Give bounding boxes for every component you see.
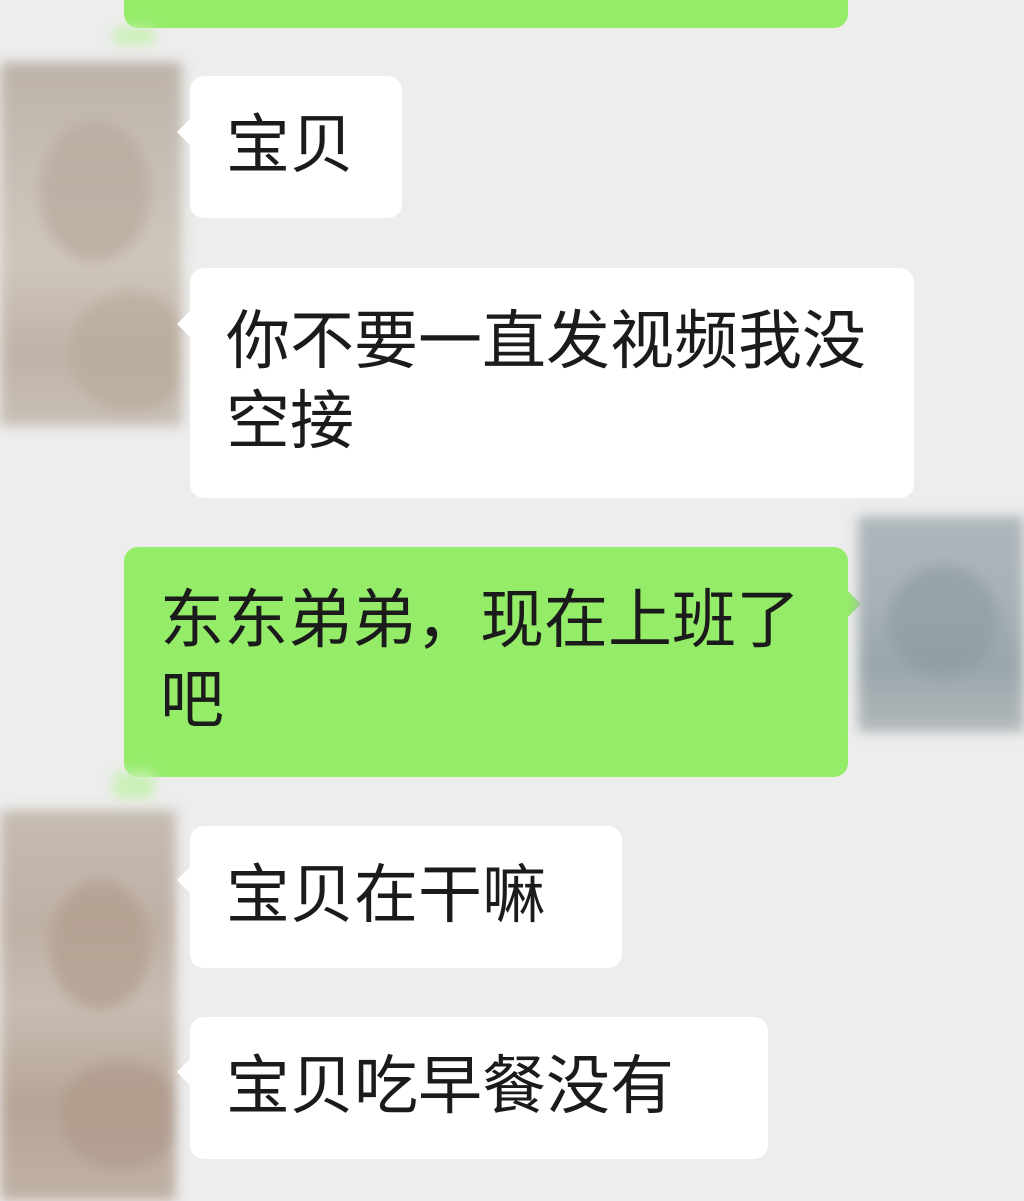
bubble-tail [177,118,191,146]
avatar-blur-shape [888,566,998,676]
bubble-tail [177,1058,191,1086]
avatar-blur-shape [40,122,150,262]
incoming-message-bubble[interactable]: 宝贝 [190,76,402,218]
bubble-tail [177,866,191,894]
message-text: 宝贝 [226,109,354,183]
avatar-blur-shape [50,880,150,1010]
outgoing-bubble-shadow [114,772,154,798]
message-text: 你不要一直发视频我没空接 [226,305,866,459]
bubble-tail [177,310,191,338]
partial-outgoing-bubble [124,0,848,28]
message-text: 东东弟弟，现在上班了吧 [160,584,800,738]
contact-avatar[interactable] [0,810,176,1201]
partial-outgoing-bubble-shadow [114,28,154,44]
message-text: 宝贝在干嘛 [226,859,546,933]
avatar-blur-shape [70,292,182,412]
avatar-blur-shape [60,1060,176,1170]
message-text: 宝贝吃早餐没有 [226,1050,674,1124]
incoming-message-bubble[interactable]: 你不要一直发视频我没空接 [190,268,914,498]
self-avatar[interactable] [858,516,1024,732]
contact-avatar[interactable] [0,62,182,426]
outgoing-message-bubble[interactable]: 东东弟弟，现在上班了吧 [124,547,848,777]
incoming-message-bubble[interactable]: 宝贝吃早餐没有 [190,1017,768,1159]
incoming-message-bubble[interactable]: 宝贝在干嘛 [190,826,622,968]
